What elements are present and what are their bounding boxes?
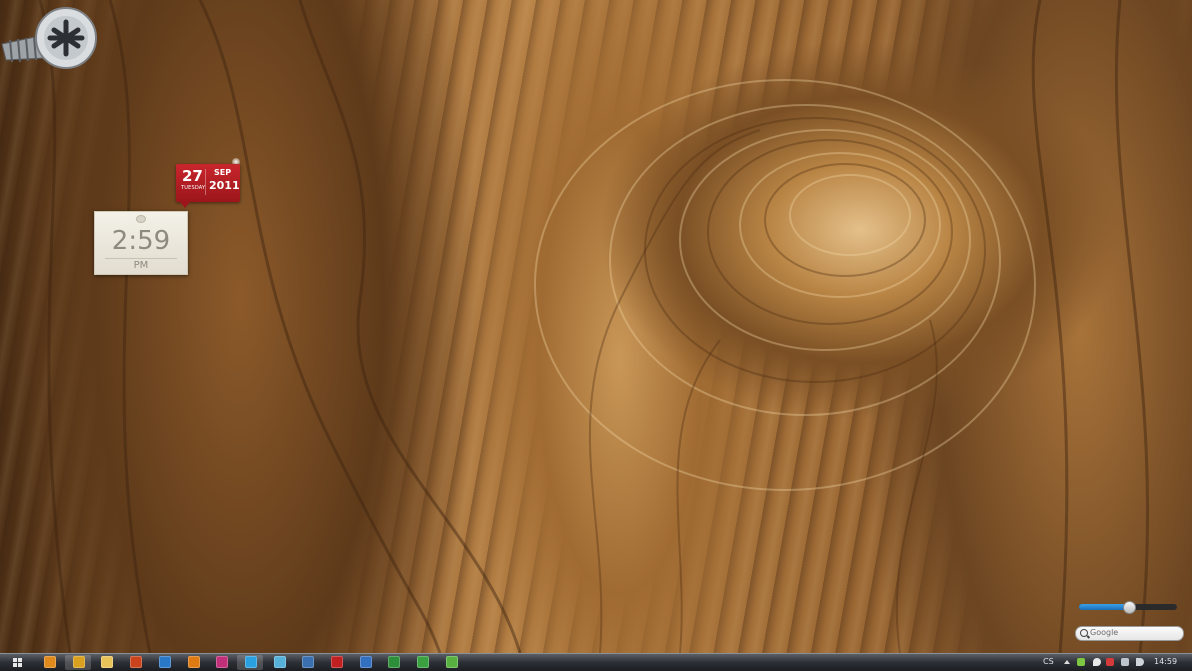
taskbar: CS 14:59 [0, 653, 1192, 671]
calendar-day: 27 [182, 167, 203, 185]
settings-icon[interactable] [360, 656, 372, 668]
screw-image [1, 7, 97, 69]
windows-logo-icon [13, 658, 17, 662]
calendar-weekday: TUESDAY [181, 185, 206, 191]
google-search-input[interactable]: Google [1075, 626, 1184, 641]
clock-ampm: PM [133, 260, 149, 271]
clock-gadget[interactable]: 2:59 PM [94, 211, 188, 275]
chrome-icon[interactable] [73, 656, 85, 668]
calendar-month: SEP [214, 168, 232, 177]
photoshop-icon[interactable] [159, 656, 171, 668]
skype-icon[interactable] [245, 656, 257, 668]
language-indicator[interactable]: CS [1043, 657, 1054, 666]
volume-slider[interactable] [1079, 601, 1177, 614]
security-icon[interactable] [388, 656, 400, 668]
explorer-icon[interactable] [101, 656, 113, 668]
media-center-icon[interactable] [331, 656, 343, 668]
clock-divider [105, 258, 177, 259]
network-status-icon[interactable] [1121, 658, 1129, 666]
dropbox-icon[interactable] [1093, 658, 1101, 666]
calendar-divider [205, 169, 206, 195]
media-player-icon[interactable] [44, 656, 56, 668]
windows-logo-icon-part [18, 663, 22, 667]
volume-slider-thumb[interactable] [1123, 601, 1136, 614]
download-icon[interactable] [302, 656, 314, 668]
search-icon [1080, 629, 1088, 637]
show-hidden-icons-icon[interactable] [1064, 660, 1070, 664]
calendar-gadget[interactable]: 27 TUESDAY SEP 2011 [176, 164, 240, 208]
clock-knob-icon [136, 215, 146, 223]
office-icon[interactable] [130, 656, 142, 668]
messenger-icon[interactable] [274, 656, 286, 668]
search-placeholder: Google [1090, 628, 1119, 637]
torrent-icon[interactable] [446, 656, 458, 668]
start-button[interactable] [6, 656, 28, 669]
taskbar-clock[interactable]: 14:59 [1154, 657, 1177, 666]
volume-slider-fill [1079, 604, 1128, 610]
battery-icon[interactable] [1077, 658, 1085, 666]
volume-icon[interactable] [1136, 658, 1144, 666]
network-icon[interactable] [417, 656, 429, 668]
windows-logo-icon-part [18, 658, 22, 662]
clock-time: 2:59 [111, 226, 171, 256]
indesign-icon[interactable] [216, 656, 228, 668]
desktop-wallpaper [0, 0, 1192, 653]
wood-grain [38, 0, 1150, 653]
illustrator-icon[interactable] [188, 656, 200, 668]
calendar-year: 2011 [209, 179, 240, 192]
antivirus-icon[interactable] [1106, 658, 1114, 666]
windows-logo-icon-part [13, 663, 17, 667]
